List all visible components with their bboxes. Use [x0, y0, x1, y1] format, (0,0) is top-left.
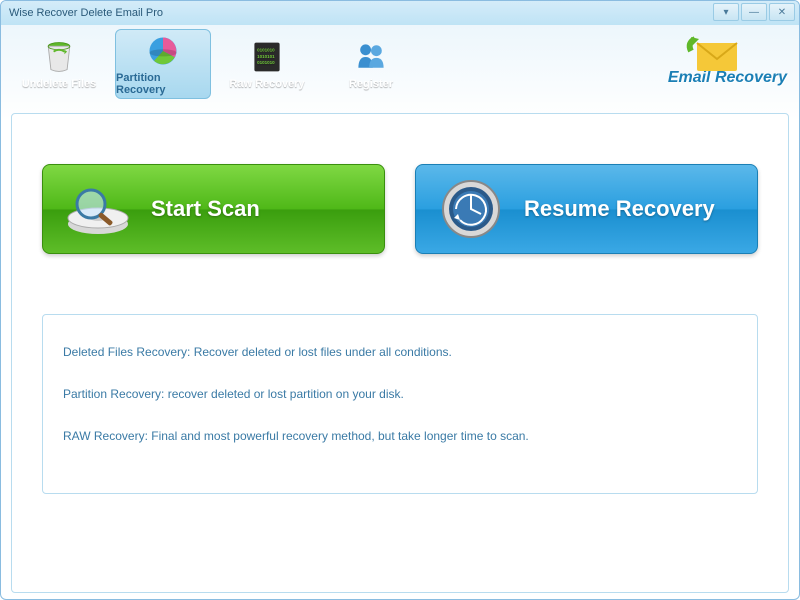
tool-label: Undelete Files [22, 78, 97, 90]
pie-chart-icon [143, 32, 183, 70]
info-line-3: RAW Recovery: Final and most powerful re… [63, 429, 737, 443]
info-panel: Deleted Files Recovery: Recover deleted … [42, 314, 758, 494]
undelete-files-button[interactable]: Undelete Files [11, 29, 107, 99]
minimize-button[interactable]: — [741, 3, 767, 21]
main-panel: Start Scan Resume Recovery Deleted Files… [11, 113, 789, 593]
envelope-icon [683, 29, 747, 77]
titlebar: Wise Recover Delete Email Pro ▾ — ✕ [1, 1, 799, 25]
info-line-1: Deleted Files Recovery: Recover deleted … [63, 345, 737, 359]
resume-recovery-button[interactable]: Resume Recovery [415, 164, 758, 254]
people-icon [351, 38, 391, 76]
svg-text:0101010: 0101010 [257, 48, 275, 53]
tool-label: Register [349, 78, 393, 90]
info-line-2: Partition Recovery: recover deleted or l… [63, 387, 737, 401]
window-controls: ▾ — ✕ [713, 3, 795, 21]
close-button[interactable]: ✕ [769, 3, 795, 21]
action-row: Start Scan Resume Recovery [42, 164, 758, 254]
toolbar: Undelete Files Partition Recovery 010101… [1, 25, 799, 103]
tool-label: Raw Recovery [229, 78, 304, 90]
disk-search-icon [63, 174, 133, 244]
raw-recovery-button[interactable]: 010101010101010101010 Raw Recovery [219, 29, 315, 99]
partition-recovery-button[interactable]: Partition Recovery [115, 29, 211, 99]
start-scan-label: Start Scan [151, 196, 260, 222]
dropdown-button[interactable]: ▾ [713, 3, 739, 21]
tool-label: Partition Recovery [116, 72, 210, 96]
window-title: Wise Recover Delete Email Pro [9, 7, 163, 19]
register-button[interactable]: Register [323, 29, 419, 99]
app-window: Wise Recover Delete Email Pro ▾ — ✕ Unde… [0, 0, 800, 600]
binary-icon: 010101010101010101010 [247, 38, 287, 76]
start-scan-button[interactable]: Start Scan [42, 164, 385, 254]
resume-recovery-label: Resume Recovery [524, 196, 715, 222]
svg-text:1010101: 1010101 [257, 54, 275, 59]
trash-icon [39, 38, 79, 76]
brand-logo: Email Recovery [678, 31, 787, 87]
svg-text:0101010: 0101010 [257, 60, 275, 65]
clock-restore-icon [436, 174, 506, 244]
